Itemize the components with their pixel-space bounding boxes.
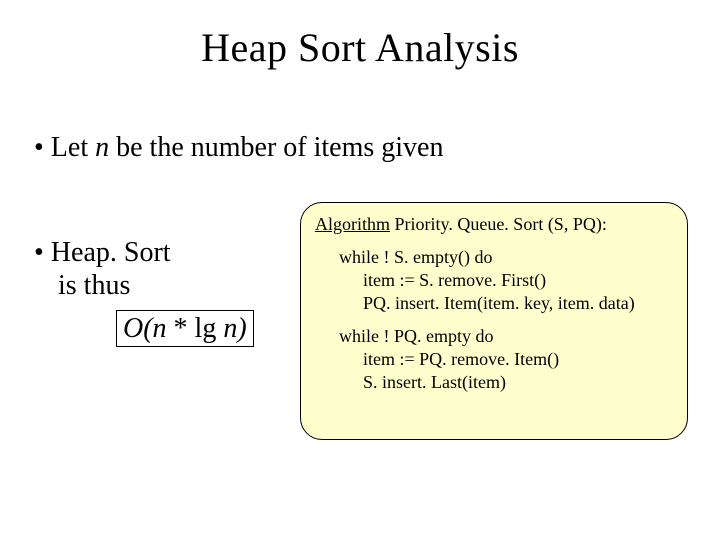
bullet-2-line1: • Heap. Sort: [34, 235, 171, 270]
algo-line-5: item := PQ. remove. Item(): [315, 348, 675, 371]
complexity-post: n): [223, 313, 246, 344]
algorithm-block-2: while ! PQ. empty do item := PQ. remove.…: [315, 325, 675, 394]
complexity-mid: * lg: [167, 313, 224, 344]
algo-line-6: S. insert. Last(item): [315, 371, 675, 394]
complexity-pre: O(n: [123, 313, 167, 344]
slide-title: Heap Sort Analysis: [0, 24, 720, 71]
bullet-1-post: be the number of items given: [109, 132, 443, 163]
algo-line-2: item := S. remove. First(): [315, 269, 675, 292]
algorithm-header: Algorithm Priority. Queue. Sort (S, PQ):: [315, 213, 675, 236]
algorithm-box: Algorithm Priority. Queue. Sort (S, PQ):…: [300, 202, 688, 440]
algorithm-signature: Priority. Queue. Sort (S, PQ):: [390, 214, 607, 234]
algo-line-1: while ! S. empty() do: [315, 246, 675, 269]
bullet-1-n: n: [95, 132, 109, 163]
algorithm-block-1: while ! S. empty() do item := S. remove.…: [315, 246, 675, 315]
bullet-1: • Let n be the number of items given: [34, 130, 443, 165]
bullet-2-line2: is thus: [58, 270, 130, 302]
complexity-box: O(n * lg n): [116, 310, 254, 347]
algo-line-4: while ! PQ. empty do: [315, 325, 675, 348]
slide: Heap Sort Analysis • Let n be the number…: [0, 0, 720, 540]
bullet-1-pre: • Let: [34, 132, 95, 163]
algorithm-keyword: Algorithm: [315, 214, 390, 234]
algo-line-3: PQ. insert. Item(item. key, item. data): [315, 292, 675, 315]
